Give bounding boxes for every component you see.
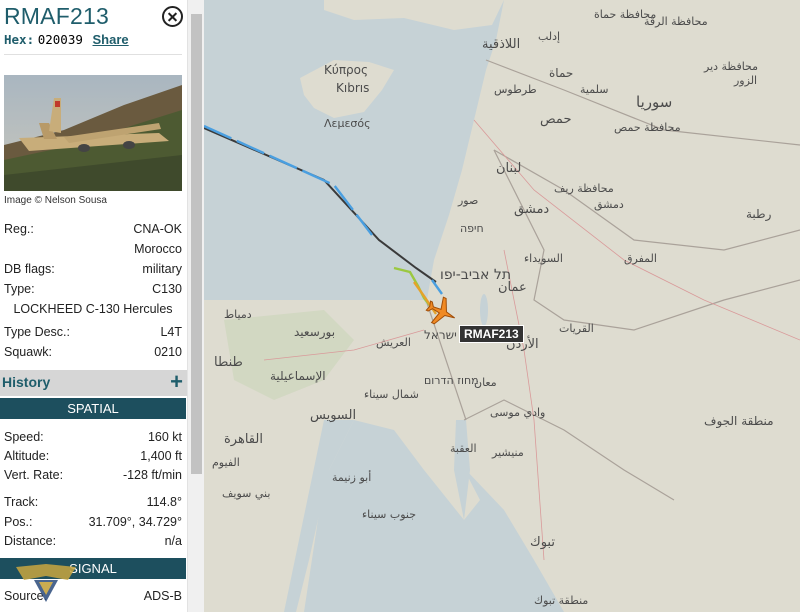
map-label-damietta: دمياط <box>224 308 252 321</box>
type-label: Type: <box>4 282 35 296</box>
vert-rate-value: -128 ft/min <box>122 468 182 482</box>
divider <box>4 54 182 55</box>
hex-row: Hex: 020039 Share <box>4 32 129 47</box>
map-label-syria: سوريا <box>636 93 672 111</box>
map-label-suez: السويس <box>310 408 356 423</box>
map-label-haifa: חיפה <box>460 222 484 235</box>
map-label-negev: מחוז הדרום <box>424 374 479 387</box>
speed-value: 160 kt <box>147 430 182 444</box>
type-desc-value: L4T <box>160 325 182 339</box>
map-label-kibris: Kıbrıs <box>336 81 369 95</box>
map-label-amman: عمان <box>498 280 527 295</box>
altitude-value: 1,400 ft <box>140 449 182 463</box>
map-label-mafraq: المفرق <box>624 252 657 265</box>
country-value: Morocco <box>134 242 182 256</box>
map-label-tabuk-region: منطقة تبوك <box>534 594 588 607</box>
map-canvas[interactable]: Κύπρος Kıbrıs Λεμεσός إدلب اللاذقية محاف… <box>204 0 800 612</box>
type-full-row: LOCKHEED C-130 Hercules <box>4 302 182 316</box>
map-label-fayoum: الفيوم <box>212 456 240 469</box>
plus-icon[interactable]: + <box>170 369 183 395</box>
distance-label: Distance: <box>4 534 57 548</box>
type-full-value: LOCKHEED C-130 Hercules <box>13 302 173 316</box>
altitude-label: Altitude: <box>4 449 50 463</box>
track-value: 114.8° <box>146 495 182 509</box>
share-link[interactable]: Share <box>93 32 129 47</box>
map-label-qurayyat: القريات <box>559 322 594 335</box>
map-label-homs-gov: محافظة حمص <box>614 121 681 134</box>
vert-rate-label: Vert. Rate: <box>4 468 64 482</box>
map-label-aqaba: العقبة <box>450 442 477 455</box>
map-label-north-sinai: شمال سيناء <box>364 388 419 401</box>
callsign-title: RMAF213 <box>4 3 109 29</box>
scrollbar-thumb[interactable] <box>191 14 202 474</box>
map-label-lebanon: لبنان <box>496 161 521 176</box>
map-label-cyprus: Κύπρος <box>324 63 368 77</box>
forum-watermark-logo <box>16 564 76 602</box>
map-label-israel: ישראל <box>424 328 457 342</box>
map-label-tyre: صور <box>457 194 478 207</box>
map-label-tartus: طرطوس <box>494 83 537 96</box>
map-label-maan: معان <box>474 376 497 389</box>
history-header[interactable]: History + <box>0 369 187 396</box>
map-label-suwayda: السويداء <box>524 252 563 265</box>
map-label-tanta: طنطا <box>214 355 243 370</box>
hex-value: 020039 <box>37 32 83 47</box>
position-label: Pos.: <box>4 515 33 529</box>
map-label-ismailia: الإسماعيلية <box>270 369 326 383</box>
sidebar-scrollbar[interactable] <box>187 0 204 612</box>
map-label-rutba: رطبة <box>746 207 772 222</box>
squawk-label: Squawk: <box>4 345 52 359</box>
map-label-muwaylih: منيشير <box>491 446 524 459</box>
map-label-south-sinai: جنوب سيناء <box>362 508 416 521</box>
map-label-dimashq: دمشق <box>514 202 549 217</box>
map-label-zor: الزور <box>733 74 757 87</box>
reg-value: CNA-OK <box>133 222 182 236</box>
db-flags-value: military <box>142 262 182 276</box>
map-label-port-said: بورسعيد <box>294 325 335 340</box>
map-label-arish: العريش <box>376 336 411 349</box>
aircraft-info-panel: RMAF213 Hex: 020039 Share Image © Nelson… <box>0 0 204 612</box>
map-label-raqqa: محافظة الرقة <box>644 15 708 28</box>
map-label-cairo: القاهرة <box>224 432 263 447</box>
speed-label: Speed: <box>4 430 44 444</box>
hex-label: Hex: <box>4 32 35 47</box>
map-label-latakia: اللاذقية <box>482 37 520 52</box>
track-label: Track: <box>4 495 39 509</box>
map-label-wadi-musa: وادي موسى <box>490 406 545 419</box>
photo-credit: Image © Nelson Sousa <box>4 195 107 206</box>
map-label-homs: حمص <box>540 112 571 127</box>
position-value: 31.709°, 34.729° <box>88 515 182 529</box>
aircraft-map-label[interactable]: RMAF213 <box>459 325 524 343</box>
map-label-rif-gov: محافظة ريف <box>554 182 614 195</box>
squawk-value: 0210 <box>154 345 182 359</box>
map-label-lemesos: Λεμεσός <box>324 117 371 130</box>
source-value: ADS-B <box>143 589 182 603</box>
type-desc-label: Type Desc.: <box>4 325 70 339</box>
history-title: History <box>2 374 51 390</box>
reg-label: Reg.: <box>4 222 34 236</box>
spatial-section-header: SPATIAL <box>0 398 186 419</box>
map-label-dayr-gov: محافظة دير <box>703 60 758 73</box>
close-icon[interactable] <box>162 6 183 27</box>
map-label-salamiyah: سلمية <box>580 83 608 96</box>
distance-value: n/a <box>164 534 182 548</box>
map-label-beni-suef: بني سويف <box>222 487 270 500</box>
type-value: C130 <box>152 282 182 296</box>
map-label-hama: حماة <box>549 66 573 80</box>
db-flags-label: DB flags: <box>4 262 55 276</box>
map-label-abu-zenima: أبو زنيمة <box>332 470 371 484</box>
map-label-idlib: إدلب <box>538 30 560 43</box>
aircraft-photo[interactable] <box>4 75 182 191</box>
map-label-jawf: منطقة الجوف <box>704 414 774 429</box>
map-view[interactable]: Κύπρος Kıbrıs Λεμεσός إدلب اللاذقية محاف… <box>204 0 800 612</box>
map-label-tabuk: تبوك <box>530 535 555 550</box>
map-label-damascus: دمشق <box>594 198 624 212</box>
